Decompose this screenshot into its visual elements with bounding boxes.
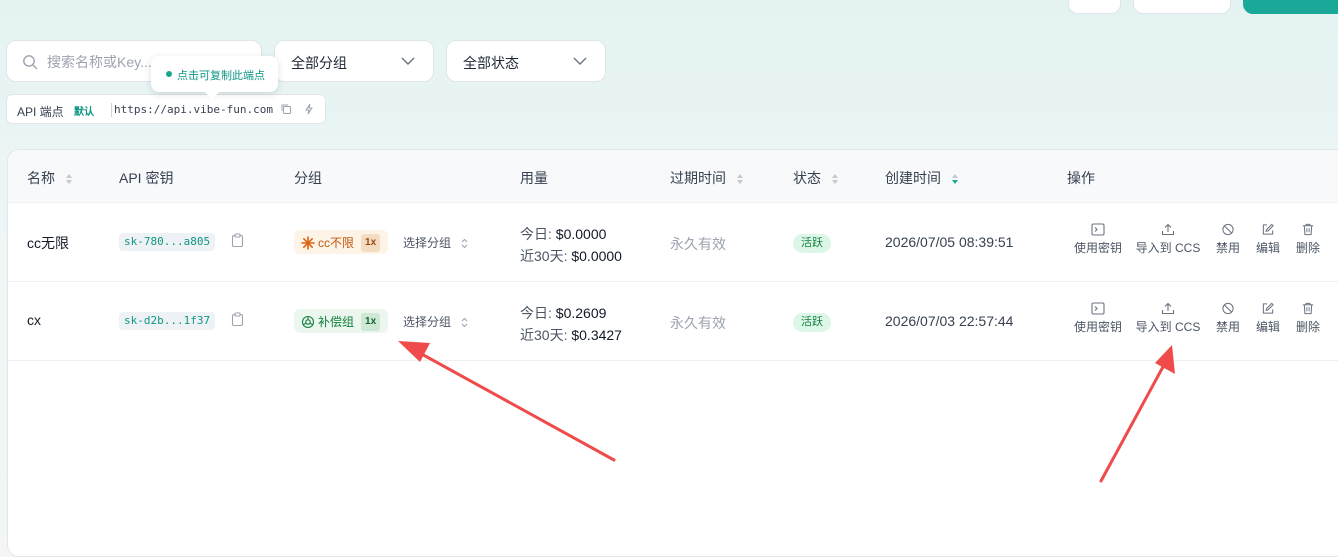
annotation-arrow — [398, 341, 616, 462]
annotation-arrow — [1099, 345, 1175, 483]
annotation-arrows — [398, 341, 1175, 483]
